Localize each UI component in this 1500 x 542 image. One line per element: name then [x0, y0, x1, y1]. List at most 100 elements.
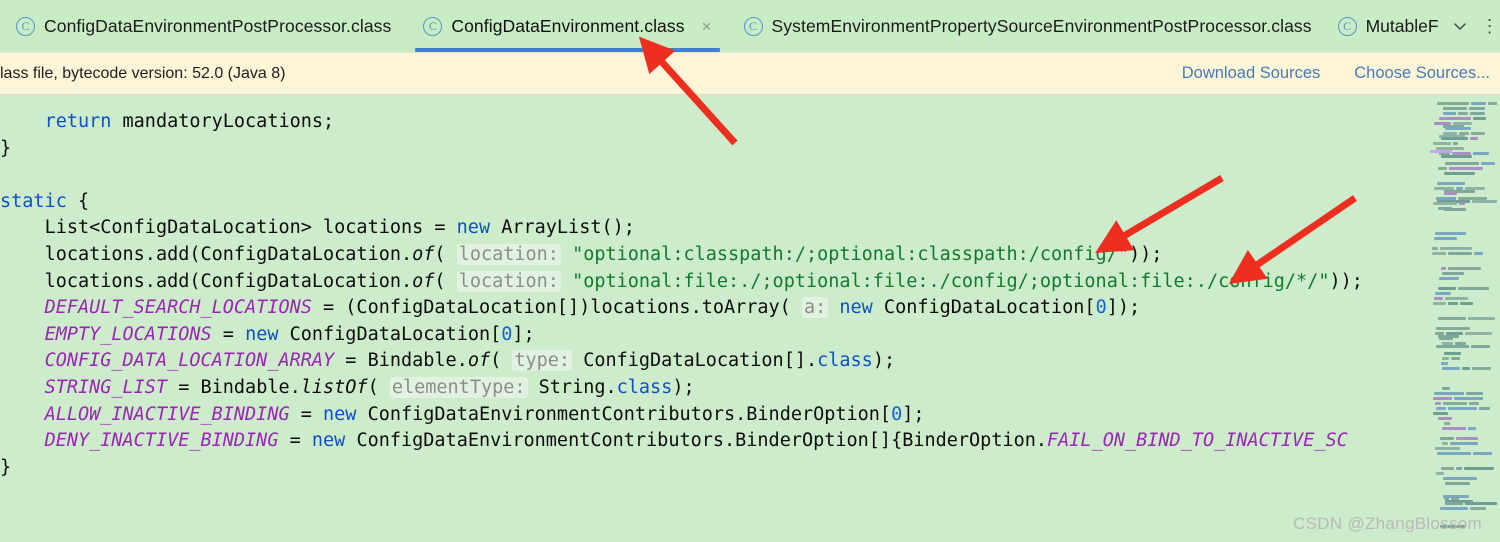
token-plain: = — [289, 403, 324, 425]
notification-link-0[interactable]: Download Sources — [1182, 64, 1321, 83]
code-line-0: return mandatoryLocations; — [0, 109, 1363, 136]
token-plain: ( — [434, 270, 457, 292]
tab-label: MutableF — [1365, 15, 1439, 36]
token-kw: return — [44, 111, 112, 132]
notification-message: lass file, bytecode version: 52.0 (Java … — [0, 64, 286, 82]
minimap-bar — [1473, 452, 1492, 456]
token-kw: new — [323, 403, 357, 425]
editor-tab-1[interactable]: C ConfigDataEnvironment.class × — [407, 0, 727, 52]
code-line-8: EMPTY_LOCATIONS = new ConfigDataLocation… — [0, 322, 1363, 349]
minimap-bar — [1488, 102, 1497, 106]
minimap-row — [1428, 310, 1500, 339]
token-fld: ALLOW_INACTIVE_BINDING — [44, 403, 290, 425]
token-mth: of — [412, 243, 435, 265]
token-plain: ); — [672, 376, 695, 398]
token-mth: of — [467, 350, 491, 372]
token-plain: } — [0, 137, 12, 159]
bytecode-notification-bar: lass file, bytecode version: 52.0 (Java … — [0, 52, 1500, 95]
minimap-bar — [1438, 207, 1452, 211]
token-fld: STRING_LIST — [44, 376, 168, 398]
token-fld: CONFIG_DATA_LOCATION_ARRAY — [44, 350, 335, 372]
token-plain: )); — [1128, 243, 1163, 265]
token-cls: class — [616, 376, 673, 398]
token-plain: = Bindable. — [167, 376, 301, 398]
code-line-7: DEFAULT_SEARCH_LOCATIONS = (ConfigDataLo… — [0, 295, 1363, 322]
minimap-bar — [1471, 345, 1490, 349]
token-fld: FAIL_ON_BIND_TO_INACTIVE_SC — [1047, 430, 1348, 452]
minimap-bar — [1472, 367, 1491, 371]
token-hint: elementType: — [389, 376, 528, 398]
notification-link-1[interactable]: Choose Sources... — [1354, 64, 1490, 83]
token-plain: = — [211, 323, 246, 345]
minimap-bar — [1432, 252, 1446, 256]
tab-mutable-truncated[interactable]: C MutableF — [1328, 16, 1443, 37]
token-plain: mandatoryLocations; — [111, 111, 335, 132]
editor-tab-2[interactable]: C SystemEnvironmentPropertySourceEnvironm… — [728, 0, 1328, 52]
class-c-icon: C — [743, 16, 763, 36]
token-mth: listOf — [300, 376, 368, 398]
token-hint: location: — [456, 243, 561, 265]
code-line-6: locations.add(ConfigDataLocation.of( loc… — [0, 269, 1363, 296]
token-plain: ]; — [902, 403, 925, 425]
token-plain: ( — [367, 376, 390, 398]
token-plain: ]; — [512, 323, 535, 345]
class-c-icon: C — [1337, 16, 1357, 36]
tab-label: ConfigDataEnvironment.class — [451, 15, 685, 36]
code-line-12: DENY_INACTIVE_BINDING = new ConfigDataEn… — [0, 428, 1363, 455]
more-options-icon[interactable]: ⋮ — [1477, 11, 1500, 41]
token-num: 0 — [1095, 297, 1107, 319]
minimap-bar — [1440, 507, 1468, 511]
token-kw: new — [456, 217, 491, 239]
code-line-10: STRING_LIST = Bindable.listOf( elementTy… — [0, 375, 1363, 402]
editor-tab-bar: C ConfigDataEnvironmentPostProcessor.clas… — [0, 0, 1500, 52]
minimap-bar — [1433, 302, 1446, 306]
token-mth: of — [412, 270, 435, 292]
token-cls: class — [817, 350, 873, 372]
token-hint: type: — [512, 350, 573, 372]
code-editor-pane[interactable]: return mandatoryLocations;} static { List… — [0, 95, 1500, 542]
token-plain: } — [0, 456, 12, 478]
close-icon[interactable]: × — [702, 18, 712, 35]
source-code: return mandatoryLocations;} static { List… — [0, 95, 1363, 481]
token-kw: new — [245, 323, 279, 345]
token-fld: EMPTY_LOCATIONS — [44, 323, 212, 345]
token-kw: new — [839, 297, 873, 319]
minimap-bar — [1462, 367, 1470, 371]
minimap-bar — [1460, 302, 1473, 306]
tab-label: SystemEnvironmentPropertySourceEnvironme… — [771, 15, 1312, 36]
class-c-icon: C — [16, 16, 35, 36]
token-plain: ConfigDataLocation[]. — [572, 350, 818, 372]
minimap-bar — [1442, 367, 1460, 371]
minimap-bar — [1445, 482, 1470, 486]
watermark: CSDN @ZhangBlossom — [1293, 514, 1482, 533]
token-str: "optional:file:./;optional:file:./config… — [572, 270, 1330, 292]
minimap-bar — [1470, 507, 1486, 511]
token-plain: locations.add(ConfigDataLocation. — [44, 243, 413, 265]
minimap-bar — [1474, 252, 1483, 256]
token-plain: = — [278, 430, 312, 452]
token-plain: { — [66, 190, 90, 212]
token-num: 0 — [891, 403, 903, 425]
code-line-4: List<ConfigDataLocation> locations = new… — [0, 215, 1363, 242]
token-plain: locations.add(ConfigDataLocation. — [44, 270, 413, 292]
editor-tab-0[interactable]: C ConfigDataEnvironmentPostProcessor.clas… — [0, 0, 407, 52]
token-plain: ArrayList(); — [490, 217, 635, 239]
code-line-9: CONFIG_DATA_LOCATION_ARRAY = Bindable.of… — [0, 348, 1363, 375]
code-line-5: locations.add(ConfigDataLocation.of( loc… — [0, 242, 1363, 269]
token-kw: new — [311, 430, 346, 452]
tab-label: ConfigDataEnvironmentPostProcessor.class — [44, 15, 392, 36]
minimap-bar — [1470, 137, 1478, 141]
notification-actions: Download Sources Choose Sources... — [1182, 64, 1500, 83]
token-plain: ConfigDataEnvironmentContributors.Binder… — [356, 403, 892, 425]
code-line-1: } — [0, 136, 1363, 163]
editor-minimap[interactable] — [1428, 95, 1500, 542]
chevron-down-icon[interactable] — [1447, 11, 1473, 41]
token-plain: ]); — [1106, 297, 1141, 319]
token-str: "optional:classpath:/;optional:classpath… — [572, 243, 1129, 265]
code-line-13: } — [0, 455, 1363, 482]
token-plain: ConfigDataLocation[ — [278, 323, 502, 345]
